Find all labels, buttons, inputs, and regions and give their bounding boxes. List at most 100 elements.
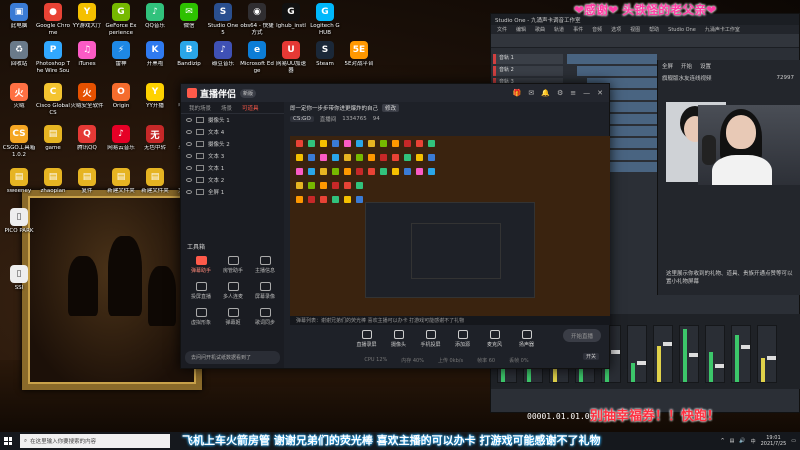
start-button[interactable] (0, 432, 16, 450)
fader-knob[interactable] (611, 350, 620, 354)
control-button[interactable]: 手机投屏 (419, 330, 443, 348)
eye-icon[interactable] (186, 118, 192, 122)
tool-item[interactable]: 房管助手 (217, 256, 249, 274)
eye-icon[interactable] (186, 178, 192, 182)
fader-knob[interactable] (715, 364, 724, 368)
minimize-icon[interactable]: — (583, 89, 590, 97)
eye-icon[interactable] (186, 142, 192, 146)
menu-icon[interactable]: ≡ (570, 89, 576, 97)
desktop-icon[interactable]: 无无色中转 (138, 125, 172, 152)
desktop-icon[interactable]: ♫ iTunes (70, 41, 104, 68)
fader-knob[interactable] (767, 356, 776, 360)
control-button[interactable]: 摄像头 (387, 330, 411, 348)
mixer-channel[interactable] (705, 325, 725, 383)
daw-menu-item[interactable]: 编辑 (516, 26, 526, 33)
mail-icon[interactable]: ✉ (528, 89, 534, 97)
desktop-icon[interactable]: S Studio One 5 (206, 3, 240, 36)
gift-icon[interactable]: 🎁 (513, 89, 522, 97)
desktop-icon[interactable]: Q 腾讯QQ (70, 125, 104, 152)
daw-menu-item[interactable]: 选项 (611, 26, 621, 33)
daw-track[interactable]: 音轨 1 (493, 54, 563, 64)
tool-item[interactable]: 屏幕录像 (249, 282, 281, 300)
layer-item[interactable]: 文本 2 (181, 174, 284, 186)
eye-icon[interactable] (186, 166, 192, 170)
desktop-icon[interactable]: ♪ 网易云音乐 (104, 125, 138, 152)
desktop-icon[interactable]: ✉ 微信 (172, 3, 206, 30)
game-chip[interactable]: CS:GO (290, 116, 314, 122)
mixer-channel[interactable] (731, 325, 751, 383)
chevron-up-icon[interactable]: ^ (720, 438, 724, 444)
control-button[interactable]: 直播录屏 (355, 330, 379, 348)
input-language[interactable]: 中 (751, 438, 756, 445)
control-button[interactable]: 麦克风 (483, 330, 507, 348)
daw-clip[interactable] (567, 54, 657, 64)
bell-icon[interactable]: 🔔 (541, 89, 550, 97)
start-live-button[interactable]: 开始直播 (563, 329, 601, 342)
layer-item[interactable]: 全屏 1 (181, 186, 284, 198)
control-button[interactable]: 扬声器 (515, 330, 539, 348)
layer-item[interactable]: 文本 1 (181, 162, 284, 174)
desktop-icon[interactable]: Y YY开播 (138, 83, 172, 110)
fader-knob[interactable] (663, 342, 672, 346)
fader-knob[interactable] (741, 345, 750, 349)
desktop-icon[interactable]: U 网易UU加速器 (274, 41, 308, 74)
desktop-icon[interactable]: ▤ 复件 (70, 168, 104, 195)
mixer-channel[interactable] (757, 325, 777, 383)
tool-item[interactable]: 弹幕姬 (217, 308, 249, 326)
daw-track[interactable]: 音轨 2 (493, 66, 563, 76)
mixer-channel[interactable] (679, 325, 699, 383)
edit-title-button[interactable]: 修改 (382, 104, 400, 112)
volume-icon[interactable]: 🔊 (739, 438, 745, 444)
tool-item[interactable]: 歌词同步 (249, 308, 281, 326)
daw-menu-item[interactable]: 帮助 (649, 26, 659, 33)
desktop-icon[interactable]: ▤ game (36, 125, 70, 152)
desktop-icon[interactable]: Y YY游戏大厅 (70, 3, 104, 30)
desktop-icon[interactable]: Glghub_instl (274, 3, 308, 30)
mixer-channel[interactable] (653, 325, 673, 383)
desktop-icon[interactable]: ▣ 此电脑 (2, 3, 36, 30)
panel-tab[interactable]: 开始 (681, 62, 692, 70)
stream-panel[interactable]: 全屏 开始 设置 旗舰版水友连线视频 72997 这里展示你收到的礼物、道具、贵族开… (657, 60, 800, 295)
desktop-icon[interactable]: e Microsoft Edge (240, 41, 274, 74)
daw-menu-item[interactable]: 歌曲 (535, 26, 545, 33)
daw-menu-item[interactable]: 文件 (497, 26, 507, 33)
live-companion-window[interactable]: 直播伴侣 新版 🎁 ✉ 🔔 ⚙ ≡ — ✕ 我的场景 场景 可道具 摄像头 1 文本 … (180, 83, 610, 369)
panel-tab[interactable]: 设置 (700, 62, 711, 70)
settings-icon[interactable]: ⚙ (557, 89, 563, 97)
clock[interactable]: 19:01 2021/7/25 (761, 435, 787, 447)
panel-tab[interactable]: 全屏 (662, 62, 673, 70)
desktop-icon[interactable]: ♪ 碳豆音乐 (206, 41, 240, 68)
daw-menu-item[interactable]: 九涌声卡工作室 (705, 26, 740, 33)
desktop-icon[interactable]: ◉ obs64 - 快捷方式 (240, 3, 274, 36)
tool-item[interactable]: 虚拟形象 (185, 308, 217, 326)
desktop-icon[interactable]: CS CSGO工具箱1.0.2 (2, 125, 36, 158)
desktop-icon[interactable]: ♪ QQ音乐 (138, 3, 172, 30)
desktop-icon[interactable]: O Origin (104, 83, 138, 110)
desktop-icon[interactable]: ⚡ 雷神 (104, 41, 138, 68)
eye-icon[interactable] (186, 154, 192, 158)
scene-tab[interactable]: 场景 (221, 104, 232, 112)
tool-item[interactable]: 投屏直播 (185, 282, 217, 300)
daw-menu-item[interactable]: 音频 (592, 26, 602, 33)
network-icon[interactable]: ▤ (730, 438, 735, 444)
desktop-icon[interactable]: S Steam (308, 41, 342, 68)
layer-item[interactable]: 文本 4 (181, 126, 284, 138)
app-titlebar[interactable]: 直播伴侣 新版 🎁 ✉ 🔔 ⚙ ≡ — ✕ (181, 84, 609, 102)
desktop-icon[interactable]: ▯ PICO PARK (2, 208, 36, 235)
scene-tab[interactable]: 可道具 (242, 104, 259, 112)
desktop-icon[interactable]: G Logitech G HUB (308, 3, 342, 36)
daw-menu-item[interactable]: Studio One (668, 27, 696, 33)
desktop-icon[interactable]: ● Google Chrome (36, 3, 70, 36)
fader-knob[interactable] (637, 361, 646, 365)
layer-item[interactable]: 摄像头 1 (181, 114, 284, 126)
desktop-icon[interactable]: ▯ SSI (2, 265, 36, 292)
layer-item[interactable]: 摄像头 2 (181, 138, 284, 150)
desktop-icon[interactable]: K 开黑啦 (138, 41, 172, 68)
desktop-icon[interactable]: C Cisco Global CS (36, 83, 70, 116)
tool-item[interactable]: 弹幕助手 (185, 256, 217, 274)
notification-icon[interactable]: ▭ (791, 438, 796, 444)
promo-bar[interactable]: 去问问开机试纸数据看到了 (185, 351, 280, 364)
control-button[interactable]: 添加源 (451, 330, 475, 348)
desktop-icon[interactable]: ▤ 新建文件夹 (104, 168, 138, 195)
fader-knob[interactable] (689, 353, 698, 357)
